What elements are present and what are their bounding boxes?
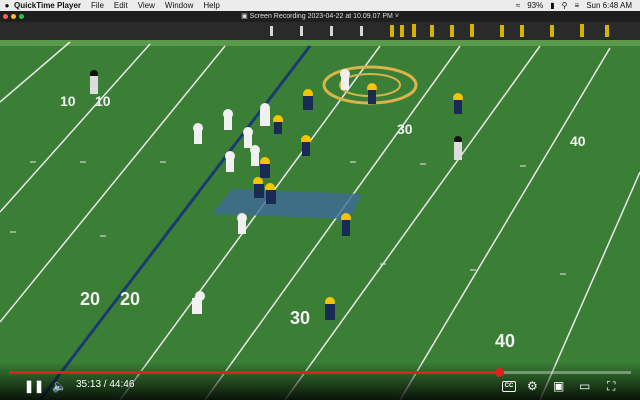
menu-help[interactable]: Help [203,0,219,11]
menu-file[interactable]: File [91,0,104,11]
apple-icon[interactable]: ● [0,0,14,11]
yard-number-30-bottom: 30 [290,308,310,328]
yard-number-30-top: 30 [397,121,413,137]
progress-bar-knob[interactable] [494,368,504,377]
menu-bar: ● QuickTime Player File Edit View Window… [0,0,640,11]
settings-gear-icon[interactable]: ⚙ [527,379,538,393]
menu-view[interactable]: View [138,0,155,11]
battery-icon[interactable]: ▮ [550,0,554,11]
pause-icon[interactable]: ❚❚ [24,379,44,393]
yard-number-40-top: 40 [570,133,586,149]
fullscreen-icon[interactable]: ⛶ [607,379,615,393]
minimize-button[interactable] [11,14,16,19]
control-center-icon[interactable]: ≡ [575,0,580,11]
document-icon: ▣ [241,13,248,20]
video-area[interactable]: 10 20 30 40 10 20 30 40 [0,22,640,400]
airplay-icon[interactable]: ▭ [579,379,590,393]
field-sponsor-logo [212,189,362,219]
progress-bar[interactable] [9,368,631,377]
app-name-menu[interactable]: QuickTime Player [14,0,81,11]
menu-edit[interactable]: Edit [114,0,128,11]
volume-icon[interactable]: 🔈 [52,379,67,393]
battery-percent: 93% [527,1,544,10]
yard-number-40-bottom: 40 [495,331,515,351]
sideline-crowd [0,22,640,40]
window-controls [3,14,24,19]
progress-bar-fill [9,371,499,374]
menubar-clock: Sun 6:48 AM [586,1,632,10]
chevron-down-icon[interactable]: ˅ [395,13,399,20]
playback-time: 35:13 / 44:46 [76,379,135,390]
miniplayer-icon[interactable]: ▣ [553,379,564,393]
yard-number-20-right: 20 [120,289,140,309]
football-field: 10 20 30 40 10 20 30 40 [0,22,640,400]
closed-captions-button[interactable]: CC [502,381,516,392]
yard-number-10-right: 10 [95,93,111,109]
close-button[interactable] [3,14,8,19]
menu-window[interactable]: Window [165,0,193,11]
yard-number-10-left: 10 [60,93,76,109]
yard-number-20-left: 20 [80,289,100,309]
wifi-icon[interactable]: ≈ [516,0,520,11]
window-title: Screen Recording 2023-04-22 at 10.09.07 … [249,13,393,20]
zoom-button[interactable] [19,14,24,19]
window-titlebar: ▣ Screen Recording 2023-04-22 at 10.09.0… [0,11,640,22]
search-icon[interactable]: ⚲ [562,0,568,11]
